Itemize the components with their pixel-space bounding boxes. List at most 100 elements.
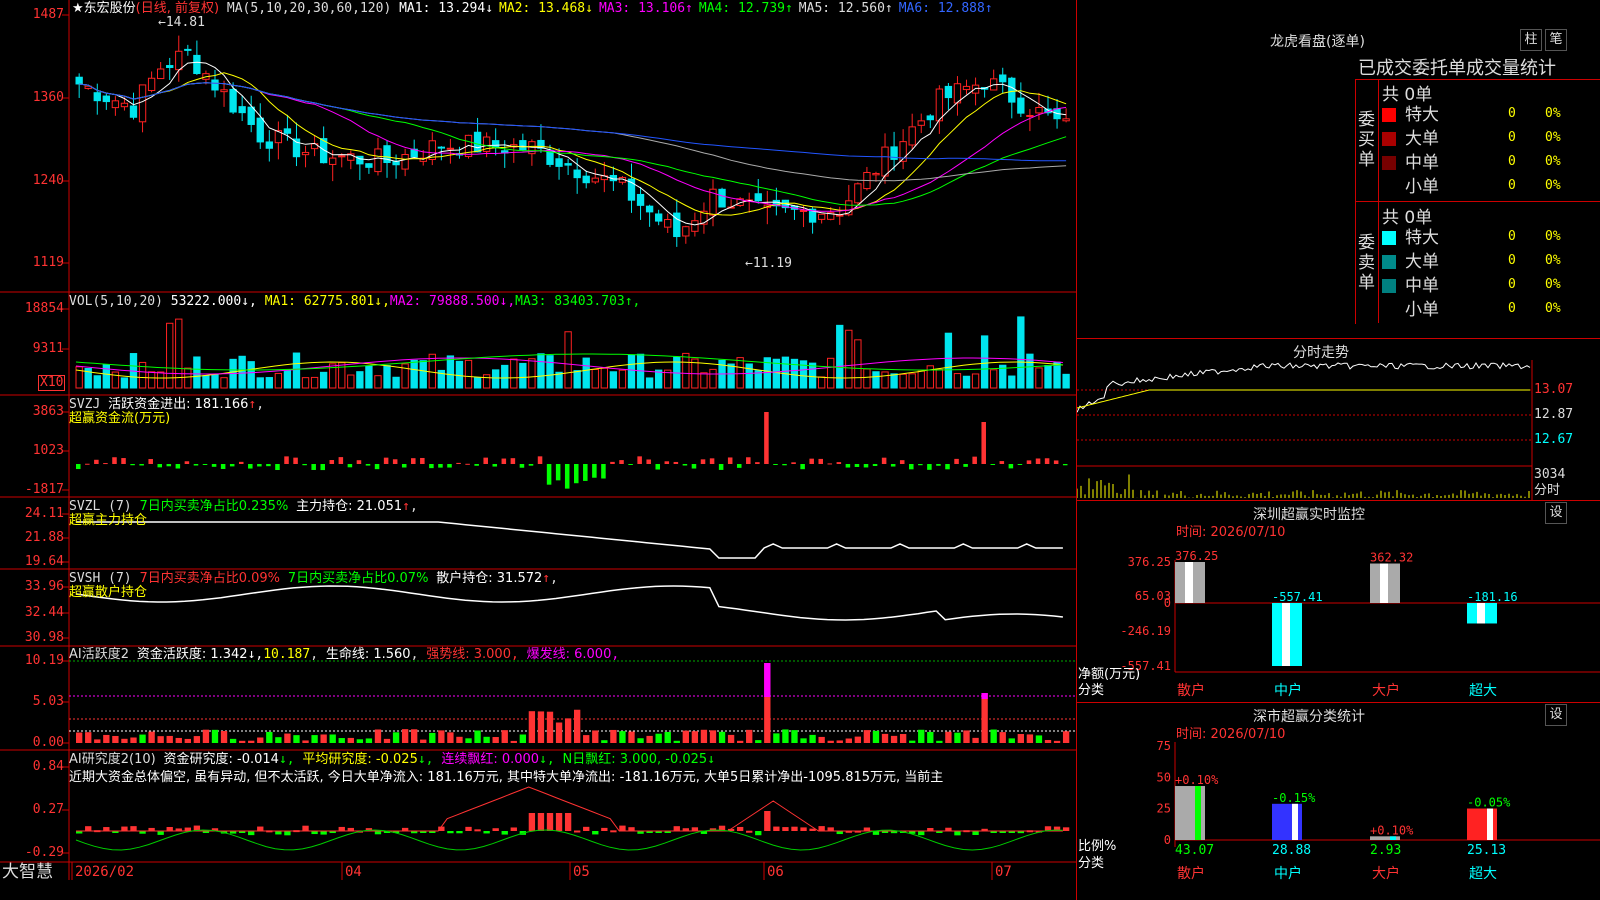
candle-body	[93, 92, 101, 102]
ai-active-bar	[157, 736, 164, 743]
candle-body	[338, 155, 346, 158]
monitor-category-label: 超大	[1469, 683, 1497, 699]
ai-active-bar	[202, 729, 210, 743]
volume-bar	[156, 371, 165, 389]
bar-view-button[interactable]: 柱	[1520, 29, 1542, 51]
ai-research-bar	[800, 827, 807, 831]
period-label[interactable]: (日线, 前复权)	[136, 1, 219, 16]
ai-research-bar	[302, 825, 309, 831]
ai-activity-bars	[69, 660, 1076, 743]
volume-bar	[193, 356, 201, 389]
y-tick-label: 0.00	[32, 735, 64, 750]
ai-active-bar	[392, 732, 400, 743]
volume-value: 53222.000	[170, 294, 242, 309]
flow-bar	[483, 457, 488, 464]
volume-bar	[971, 373, 980, 389]
flow-bar	[392, 459, 398, 464]
ai-active-bar	[528, 711, 536, 743]
volume-bar	[147, 371, 156, 389]
retail-subtitle: 超赢散户持仓	[69, 585, 148, 600]
ai-active-bar	[628, 731, 635, 743]
volume-bar	[473, 377, 482, 389]
intraday-avg-line	[1077, 389, 1530, 409]
ai-active-bar	[673, 740, 680, 743]
flow-bar	[764, 412, 769, 464]
ai-active-bar	[438, 730, 445, 743]
flow-bar	[1053, 460, 1059, 464]
intraday-y-tick: 13.07	[1534, 382, 1574, 397]
ai-active-bar	[954, 732, 961, 743]
flow-bar	[429, 464, 434, 469]
ai-active-bar	[664, 731, 671, 743]
volume-bar	[836, 324, 844, 389]
ai-research-bar	[773, 826, 780, 831]
classify-delta-label: -0.15%	[1272, 791, 1316, 805]
moving-average-lines	[79, 61, 1067, 226]
ai-research-bars	[75, 786, 1070, 851]
ai-active-header: AI活跃度2 资金活跃度: 1.342↓,10.187, 生命线: 1.560,…	[69, 647, 620, 662]
main-hold-line	[76, 521, 1063, 559]
candle-body	[247, 106, 255, 125]
candle-body	[799, 209, 808, 212]
flow-subtitle: 超赢资金流(万元)	[69, 411, 171, 426]
intraday-top-border	[1077, 338, 1600, 339]
ai-research-bar	[456, 831, 463, 834]
candle-body	[120, 102, 129, 108]
flow-bar	[564, 464, 570, 489]
ai-active-bar	[555, 722, 563, 743]
vol-ma-item-3: MA3: 83403.703↑,	[515, 294, 641, 309]
candle-body	[329, 157, 337, 165]
ma-line-1	[79, 61, 1067, 226]
ai-research-bar	[791, 826, 798, 831]
ai-research-bar	[248, 831, 255, 836]
order-row-pct: 0%	[1545, 106, 1561, 121]
flow-bar	[691, 464, 697, 469]
flow-bar	[229, 464, 235, 467]
intraday-chart[interactable]	[1077, 360, 1600, 500]
volume-bar	[383, 365, 391, 389]
monitor-category-label: 散户	[1177, 682, 1205, 699]
volume-bar	[854, 339, 862, 389]
y-tick-label: 10.19	[24, 653, 64, 668]
y-tick-label: 9311	[32, 341, 64, 356]
retail-title: SVSH (7)	[69, 571, 132, 586]
volume-bar	[392, 376, 400, 389]
flow-bar	[76, 464, 81, 470]
flow-bar	[899, 460, 905, 464]
classify-delta-label: +0.10%	[1175, 773, 1219, 787]
ai-active-bar	[103, 734, 110, 743]
candle-body	[238, 106, 246, 114]
volume-bar	[519, 362, 527, 389]
ai-research-bar	[447, 831, 454, 834]
y-tick-label: 33.96	[24, 579, 64, 594]
brand-logo[interactable]: 大智慧	[2, 862, 53, 882]
ai-research-bar	[574, 830, 581, 833]
ai-active-bar	[1017, 734, 1025, 743]
y-tick-label: 1119	[32, 255, 64, 270]
ai-research-bar	[166, 827, 173, 831]
ai-active-bar	[646, 735, 653, 743]
ai-active-bar	[474, 730, 481, 743]
flow-bar	[257, 464, 262, 467]
dragon-tabs[interactable]: 已成交委托单成交量统计	[1358, 54, 1556, 80]
flow-bar	[184, 461, 190, 464]
candle-body	[636, 193, 645, 206]
main-hold-value: 主力持仓: 21.051	[296, 499, 403, 514]
volume-bar	[944, 332, 953, 389]
sell-orders-label: 委卖单	[1358, 233, 1375, 293]
candle-body	[555, 158, 563, 167]
ai-active-bar	[773, 733, 780, 743]
candle-body	[1035, 106, 1043, 114]
ai-active-bar	[94, 739, 101, 743]
flow-bar	[945, 464, 950, 470]
y-tick-label: 3863	[32, 404, 64, 419]
list-view-button[interactable]: 笔	[1545, 29, 1567, 51]
order-row-pct: 0%	[1545, 178, 1561, 193]
volume-bar	[709, 368, 717, 389]
ai-active-bar	[637, 738, 644, 743]
ai-active-bar	[927, 731, 934, 743]
volume-bar	[428, 353, 436, 389]
y-tick-label: 32.44	[24, 605, 64, 620]
ai-active-bar	[148, 731, 155, 743]
buy-total: 共 0单	[1382, 85, 1433, 105]
